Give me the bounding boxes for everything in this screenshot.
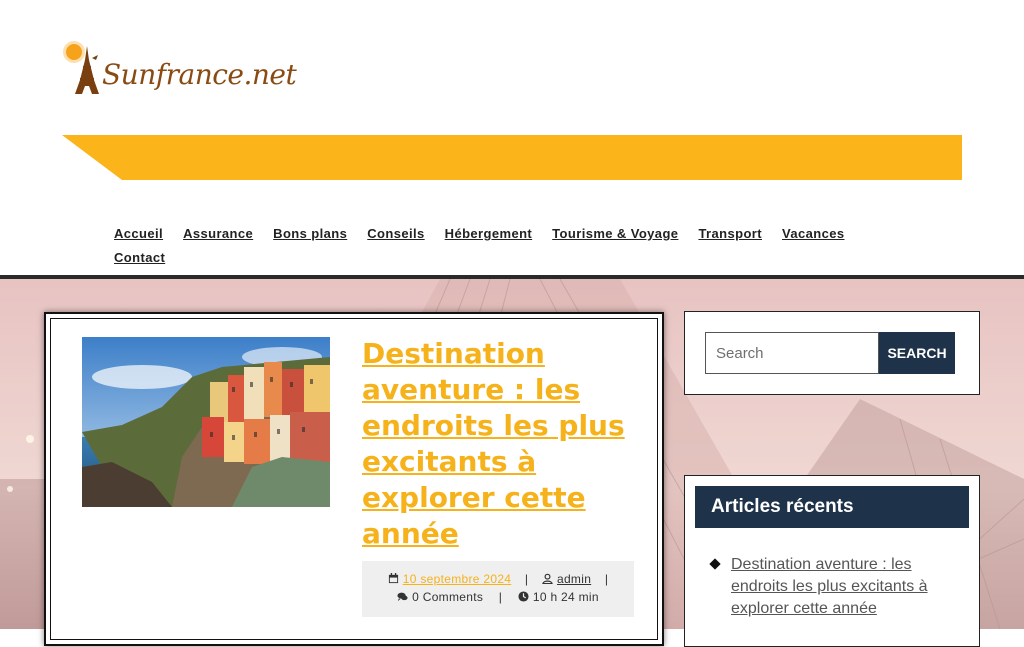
site-logo[interactable]: Sunfrance.net bbox=[64, 42, 297, 112]
nav-item-accueil[interactable]: Accueil bbox=[114, 222, 163, 246]
search-widget: SEARCH bbox=[684, 311, 980, 395]
list-item: Destination aventure : les endroits les … bbox=[709, 554, 959, 620]
post-card: Destination aventure : les endroits les … bbox=[44, 312, 664, 646]
nav-item-conseils[interactable]: Conseils bbox=[367, 222, 424, 246]
site-header: Sunfrance.net Accueil Assurance Bons pla… bbox=[0, 0, 1024, 276]
post-title: Destination aventure : les endroits les … bbox=[362, 336, 632, 552]
nav-item-vacances[interactable]: Vacances bbox=[782, 222, 844, 246]
post-meta-line-2: 0 Comments | 10 h 24 min bbox=[362, 588, 634, 606]
meta-separator: | bbox=[604, 572, 609, 586]
recent-posts-heading: Articles récents bbox=[695, 486, 969, 528]
post-title-link[interactable]: Destination aventure : les endroits les … bbox=[362, 337, 625, 550]
clock-icon bbox=[518, 591, 529, 602]
coastal-village-image bbox=[82, 337, 330, 507]
nav-item-contact[interactable]: Contact bbox=[114, 246, 165, 270]
post-meta-line-1: 10 septembre 2024 | admin | bbox=[362, 570, 634, 588]
post-comments-count: 0 Comments bbox=[412, 590, 484, 604]
user-icon bbox=[542, 573, 553, 584]
diamond-bullet-icon bbox=[709, 558, 721, 570]
post-date-link[interactable]: 10 septembre 2024 bbox=[403, 572, 512, 586]
decorative-yellow-band bbox=[62, 135, 962, 180]
recent-posts-list: Destination aventure : les endroits les … bbox=[709, 554, 959, 620]
post-thumbnail[interactable] bbox=[82, 337, 330, 507]
meta-separator: | bbox=[524, 572, 529, 586]
logo-text: Sunfrance.net bbox=[102, 58, 297, 91]
post-author-link[interactable]: admin bbox=[557, 572, 591, 586]
main-navigation: Accueil Assurance Bons plans Conseils Hé… bbox=[114, 222, 914, 270]
eiffel-tower-icon bbox=[75, 46, 99, 94]
post-time: 10 h 24 min bbox=[532, 590, 599, 604]
calendar-icon bbox=[388, 573, 398, 584]
nav-item-tourisme-voyage[interactable]: Tourisme & Voyage bbox=[552, 222, 678, 246]
meta-separator: | bbox=[498, 590, 503, 604]
comments-icon bbox=[397, 592, 408, 602]
recent-post-link[interactable]: Destination aventure : les endroits les … bbox=[731, 556, 928, 617]
nav-item-assurance[interactable]: Assurance bbox=[183, 222, 253, 246]
search-button[interactable]: SEARCH bbox=[879, 332, 955, 374]
post-meta: 10 septembre 2024 | admin | 0 Comments |… bbox=[362, 561, 634, 617]
nav-item-transport[interactable]: Transport bbox=[698, 222, 762, 246]
recent-posts-widget: Articles récents Destination aventure : … bbox=[684, 475, 980, 647]
search-input[interactable] bbox=[705, 332, 879, 374]
nav-item-hebergement[interactable]: Hébergement bbox=[445, 222, 532, 246]
nav-item-bons-plans[interactable]: Bons plans bbox=[273, 222, 347, 246]
